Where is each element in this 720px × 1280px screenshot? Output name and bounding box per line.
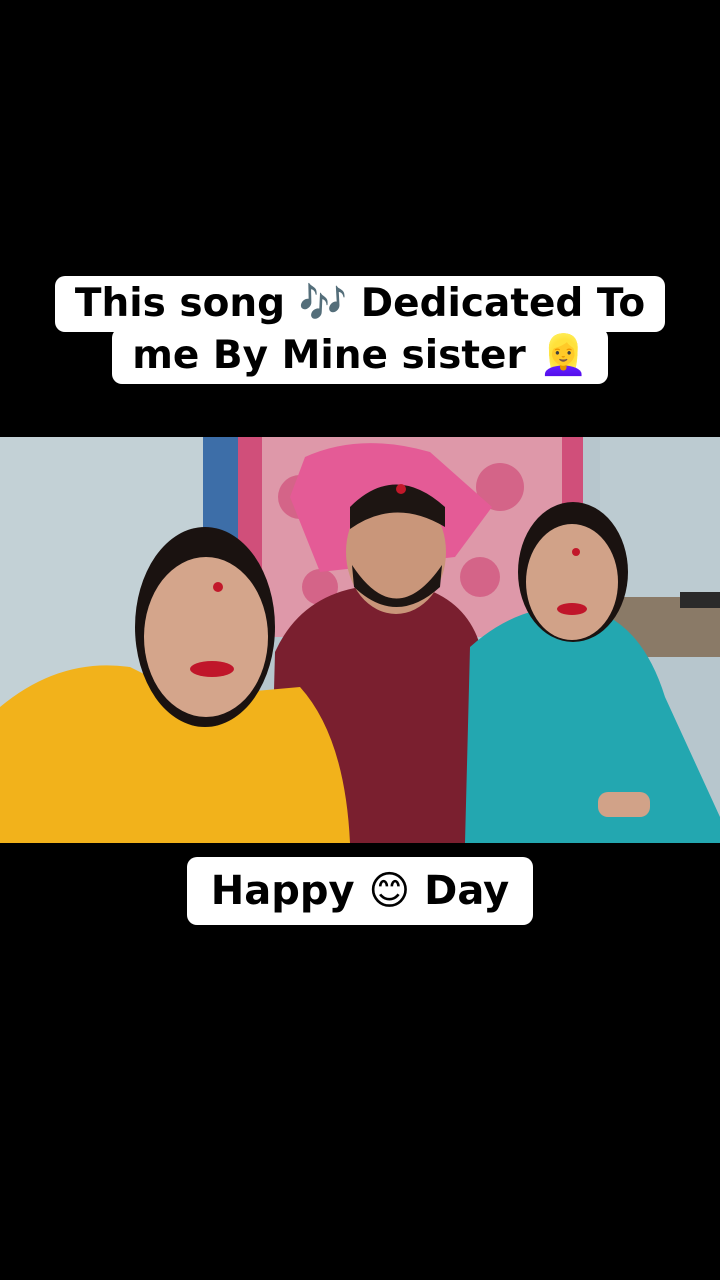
bottom-caption: Happy 😊 Day xyxy=(0,857,720,925)
woman-right-bindi xyxy=(572,548,580,556)
top-caption-line-1: This song 🎶 Dedicated To xyxy=(54,276,666,332)
top-caption: This song 🎶 Dedicated To me By Mine sist… xyxy=(0,276,720,384)
top-caption-line-2: me By Mine sister 👱‍♀️ xyxy=(112,328,608,384)
bottom-caption-text: Happy 😊 Day xyxy=(186,857,534,925)
phone-on-table xyxy=(680,592,720,608)
man-tilak xyxy=(396,484,406,494)
video-frame-photo xyxy=(0,437,720,843)
woman-right-hands xyxy=(598,792,650,817)
woman-left-face xyxy=(144,557,268,717)
woman-left-bindi xyxy=(213,582,223,592)
woman-left-lips xyxy=(190,661,234,677)
woman-right-face xyxy=(526,524,618,640)
woman-right-lips xyxy=(557,603,587,615)
